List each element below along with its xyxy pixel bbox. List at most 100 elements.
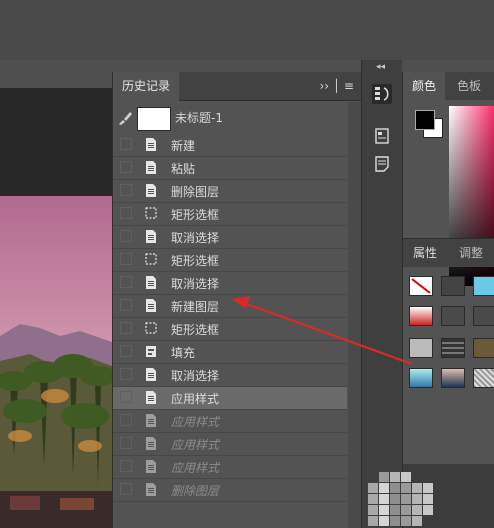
- style-swatch[interactable]: [441, 276, 465, 296]
- doc-icon: [145, 390, 157, 405]
- snapshot-source-checkbox[interactable]: [120, 161, 132, 173]
- properties-toggle-icon[interactable]: [372, 126, 392, 146]
- doc-icon: [145, 229, 157, 244]
- history-scrollbar[interactable]: [348, 102, 362, 528]
- style-swatch[interactable]: [441, 306, 465, 326]
- history-step[interactable]: 矩形选框: [113, 249, 347, 272]
- history-step-label: 新建: [171, 139, 196, 153]
- snapshot-source-checkbox[interactable]: [120, 483, 132, 495]
- doc-icon: [145, 160, 157, 175]
- history-step[interactable]: 取消选择: [113, 226, 347, 249]
- snapshot-source-checkbox[interactable]: [120, 253, 132, 265]
- history-step-label: 取消选择: [171, 277, 220, 291]
- snapshot-thumbnail: [137, 107, 171, 131]
- snapshot-source-checkbox[interactable]: [120, 414, 132, 426]
- snapshot-source-checkbox[interactable]: [120, 299, 132, 311]
- tab-color[interactable]: 颜色: [403, 72, 445, 100]
- tab-adjustments[interactable]: 调整: [459, 239, 483, 267]
- history-step-label: 应用样式: [171, 461, 220, 475]
- history-step-label: 矩形选框: [171, 323, 220, 337]
- history-brush-icon[interactable]: [117, 110, 133, 126]
- history-step-label: 应用样式: [171, 392, 220, 406]
- style-swatch[interactable]: [441, 338, 465, 358]
- history-step-label: 应用样式: [171, 438, 220, 452]
- history-tab-bar: 历史记录 ›› │ ≡: [113, 72, 362, 101]
- doc-icon: [145, 275, 157, 290]
- collapse-arrows-icon[interactable]: ◂◂: [376, 62, 385, 72]
- history-step-label: 矩形选框: [171, 254, 220, 268]
- history-step[interactable]: 删除图层: [113, 479, 347, 502]
- style-swatch[interactable]: [473, 338, 494, 358]
- properties-tab-bar: 属性 调整: [403, 238, 494, 267]
- doc-icon: [145, 183, 157, 198]
- marquee-icon: [145, 321, 157, 336]
- history-step[interactable]: 矩形选框: [113, 203, 347, 226]
- snapshot-source-checkbox[interactable]: [120, 276, 132, 288]
- history-step[interactable]: 应用样式: [113, 410, 347, 433]
- panel-menu-icon[interactable]: ›› │ ≡: [319, 72, 354, 100]
- history-step[interactable]: 应用样式: [113, 433, 347, 456]
- snapshot-source-checkbox[interactable]: [120, 345, 132, 357]
- marquee-icon: [145, 252, 157, 267]
- style-swatch[interactable]: [409, 306, 433, 326]
- snapshot-source-checkbox[interactable]: [120, 184, 132, 196]
- history-step-label: 矩形选框: [171, 208, 220, 222]
- snapshot-source-checkbox[interactable]: [120, 230, 132, 242]
- doc-icon: [145, 137, 157, 152]
- doc-icon: [145, 459, 157, 474]
- history-step[interactable]: 填充: [113, 341, 347, 364]
- style-swatch[interactable]: [473, 306, 494, 326]
- snapshot-source-checkbox[interactable]: [120, 460, 132, 472]
- style-swatch[interactable]: [441, 368, 465, 388]
- history-step[interactable]: 应用样式: [113, 456, 347, 479]
- history-step-label: 删除图层: [171, 185, 220, 199]
- history-step-label: 应用样式: [171, 415, 220, 429]
- history-step[interactable]: 删除图层: [113, 180, 347, 203]
- snapshot-label: 未标题-1: [175, 111, 223, 125]
- fill-icon: [145, 344, 157, 359]
- history-step[interactable]: 应用样式: [113, 387, 347, 410]
- history-snapshot[interactable]: 未标题-1: [113, 102, 347, 134]
- history-step-label: 填充: [171, 346, 196, 360]
- snapshot-source-checkbox[interactable]: [120, 207, 132, 219]
- history-step[interactable]: 矩形选框: [113, 318, 347, 341]
- doc-icon: [145, 413, 157, 428]
- history-step[interactable]: 粘贴: [113, 157, 347, 180]
- color-tab-bar: 颜色 色板: [403, 72, 494, 100]
- history-panel: 历史记录 ›› │ ≡ 未标题-1 新建 粘贴 删除图层 矩形选框 取消选择 矩形选框 取消…: [112, 72, 362, 528]
- notes-toggle-icon[interactable]: [372, 154, 392, 174]
- style-presets-grid: [403, 268, 494, 408]
- collapsed-panel-strip: ◂◂: [361, 60, 402, 528]
- history-step[interactable]: 取消选择: [113, 364, 347, 387]
- history-panel-toggle-icon[interactable]: [372, 84, 392, 104]
- marquee-icon: [145, 206, 157, 221]
- snapshot-source-checkbox[interactable]: [120, 322, 132, 334]
- history-step-label: 新建图层: [171, 300, 220, 314]
- history-step-label: 取消选择: [171, 231, 220, 245]
- snapshot-source-checkbox[interactable]: [120, 391, 132, 403]
- style-none-swatch[interactable]: [409, 276, 433, 296]
- style-swatch[interactable]: [409, 338, 433, 358]
- history-step-label: 取消选择: [171, 369, 220, 383]
- history-step-label: 删除图层: [171, 484, 220, 498]
- tab-history[interactable]: 历史记录: [113, 72, 179, 101]
- style-swatch[interactable]: [473, 276, 494, 296]
- history-step[interactable]: 新建: [113, 134, 347, 157]
- style-swatch[interactable]: [409, 368, 433, 388]
- history-step[interactable]: 新建图层: [113, 295, 347, 318]
- style-swatch[interactable]: [473, 368, 494, 388]
- history-step-label: 粘贴: [171, 162, 196, 176]
- snapshot-source-checkbox[interactable]: [120, 437, 132, 449]
- snapshot-source-checkbox[interactable]: [120, 368, 132, 380]
- snapshot-source-checkbox[interactable]: [120, 138, 132, 150]
- options-bar: [0, 0, 494, 60]
- blurred-watermark: [368, 472, 438, 528]
- tab-swatches[interactable]: 色板: [457, 72, 481, 100]
- right-panel-dock: 颜色 色板 属性 调整: [402, 72, 494, 528]
- doc-icon: [145, 436, 157, 451]
- doc-icon: [145, 298, 157, 313]
- doc-icon: [145, 367, 157, 382]
- history-step[interactable]: 取消选择: [113, 272, 347, 295]
- tab-properties[interactable]: 属性: [413, 239, 437, 267]
- foreground-color-swatch[interactable]: [415, 110, 435, 130]
